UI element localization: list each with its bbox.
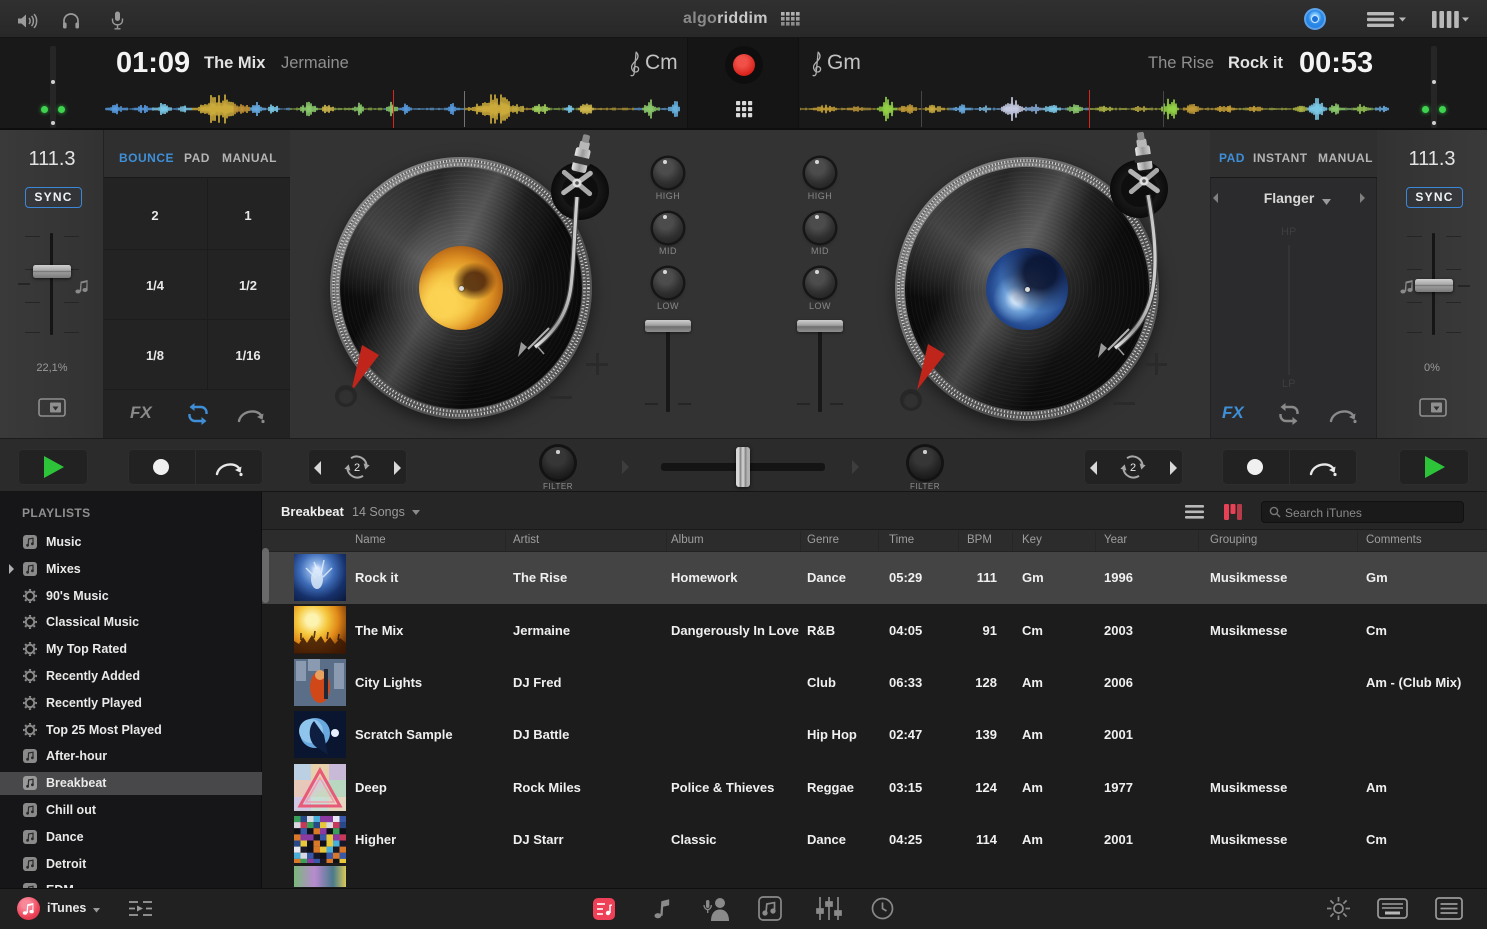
svg-text:2: 2 [1130, 462, 1136, 474]
svg-text:2: 2 [354, 462, 360, 474]
